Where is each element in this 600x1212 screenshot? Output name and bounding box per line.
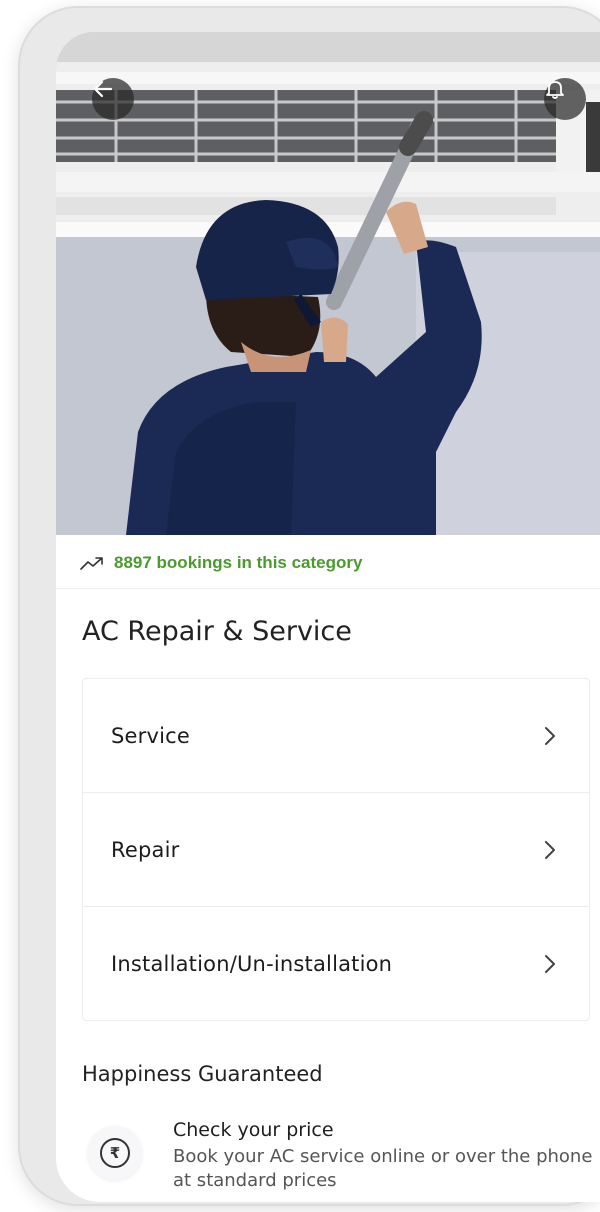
- rupee-icon: ₹: [100, 1138, 130, 1168]
- rupee-icon-badge: ₹: [88, 1126, 142, 1180]
- option-installation[interactable]: Installation/Un-installation: [83, 906, 589, 1020]
- guarantee-title: Check your price: [173, 1119, 334, 1141]
- option-repair[interactable]: Repair: [83, 792, 589, 906]
- guarantee-item: ₹ Check your price Book your AC service …: [88, 1119, 600, 1202]
- service-options-list: Service Repair Installation/Un-installat…: [82, 678, 590, 1021]
- phone-frame: 8897 bookings in this category AC Repair…: [18, 6, 600, 1206]
- bookings-count-text: 8897 bookings in this category: [114, 553, 363, 572]
- option-label: Installation/Un-installation: [111, 951, 393, 976]
- notifications-button[interactable]: [544, 78, 586, 120]
- hero-image: [56, 32, 600, 535]
- back-button[interactable]: [92, 78, 134, 120]
- option-label: Repair: [111, 837, 180, 862]
- app-screen: 8897 bookings in this category AC Repair…: [56, 32, 600, 1202]
- page-title: AC Repair & Service: [82, 616, 352, 647]
- guarantee-description: Book your AC service online or over the …: [173, 1146, 593, 1191]
- bookings-banner: 8897 bookings in this category: [56, 538, 600, 589]
- option-service[interactable]: Service: [83, 679, 589, 792]
- chevron-right-icon: [545, 726, 555, 745]
- option-label: Service: [111, 723, 191, 748]
- bell-icon: [546, 81, 564, 99]
- hero-illustration: [56, 32, 600, 535]
- section-title-happiness: Happiness Guaranteed: [82, 1062, 323, 1086]
- arrow-left-icon: [93, 80, 113, 98]
- chevron-right-icon: [545, 840, 555, 859]
- trending-up-icon: [80, 557, 103, 570]
- chevron-right-icon: [545, 954, 555, 973]
